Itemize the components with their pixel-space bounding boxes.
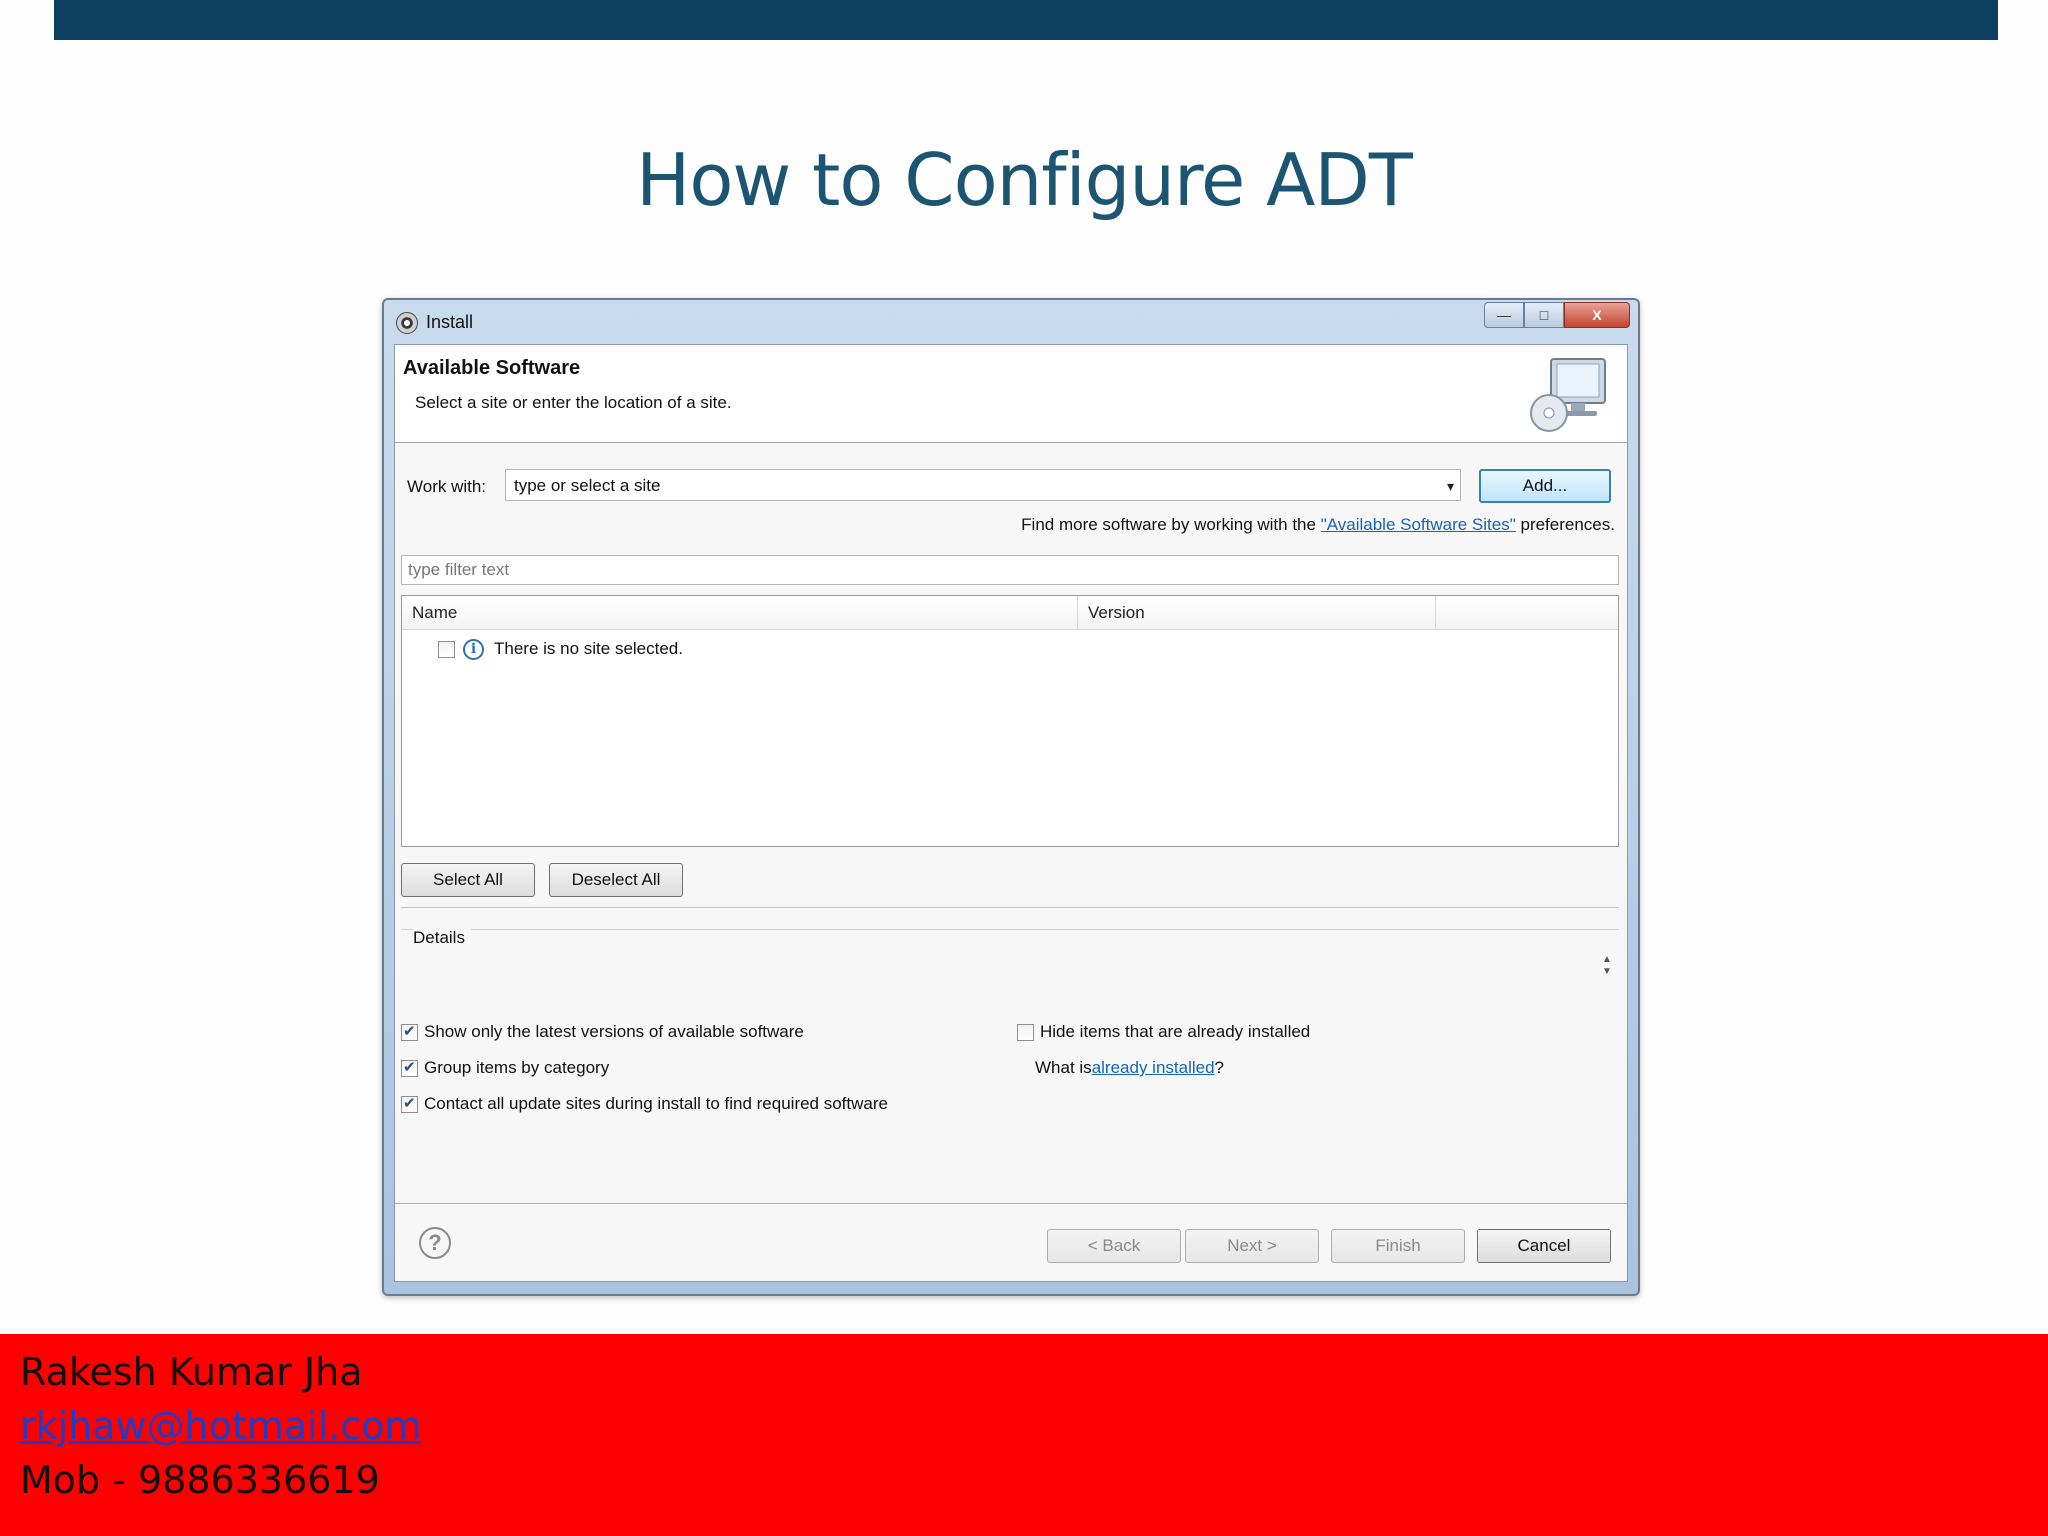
details-label: Details (413, 928, 471, 948)
find-more-prefix: Find more software by working with the (1021, 515, 1321, 534)
show-latest-option[interactable]: Show only the latest versions of availab… (401, 1022, 804, 1042)
slide-title: How to Configure ADT (636, 138, 1413, 222)
table-row: i There is no site selected. (438, 636, 683, 662)
maximize-button[interactable]: □ (1524, 302, 1564, 328)
next-button[interactable]: Next > (1185, 1229, 1319, 1263)
hide-installed-option[interactable]: Hide items that are already installed (1017, 1022, 1310, 1042)
dialog-client-area: Available Software Select a site or ente… (394, 344, 1628, 1282)
row-text: There is no site selected. (494, 639, 683, 658)
window-controls: — □ X (1484, 302, 1630, 328)
finish-button[interactable]: Finish (1331, 1229, 1465, 1263)
dialog-banner: Available Software Select a site or ente… (395, 345, 1627, 443)
select-all-button[interactable]: Select All (401, 863, 535, 897)
software-table: Name Version i There is no site selected… (401, 595, 1619, 847)
work-with-label: Work with: (407, 477, 487, 496)
group-by-category-checkbox[interactable] (401, 1058, 418, 1077)
install-dialog: Install — □ X Available Software Select … (382, 298, 1640, 1296)
what-is-installed-text: What is already installed? (1035, 1058, 1224, 1078)
hide-installed-label: Hide items that are already installed (1040, 1022, 1311, 1041)
contact-update-sites-checkbox[interactable] (401, 1094, 418, 1113)
author-mobile: Mob - 9886336619 (20, 1458, 380, 1502)
work-with-combobox[interactable]: type or select a site ▾ (505, 469, 1461, 501)
back-button[interactable]: < Back (1047, 1229, 1181, 1263)
help-icon[interactable]: ? (419, 1227, 451, 1259)
maximize-icon: □ (1539, 307, 1549, 323)
footer-divider (395, 1203, 1627, 1204)
author-email-link[interactable]: rkjhaw@hotmail.com (20, 1404, 422, 1448)
already-installed-link[interactable]: already installed (1092, 1058, 1215, 1078)
row-checkbox[interactable] (438, 640, 455, 658)
monitor-cd-icon (1530, 358, 1606, 432)
find-more-suffix: preferences. (1515, 515, 1615, 534)
slide: How to Configure ADT Install — □ X Avail… (0, 0, 2048, 1536)
banner-heading: Available Software (403, 357, 581, 379)
add-site-button[interactable]: Add... (1479, 469, 1611, 503)
hide-installed-checkbox[interactable] (1017, 1023, 1034, 1041)
minimize-button[interactable]: — (1484, 302, 1524, 328)
top-header-bar (54, 0, 1998, 40)
filter-input[interactable] (402, 556, 1618, 584)
window-title: Install (426, 312, 474, 332)
group-by-category-option[interactable]: Group items by category (401, 1058, 609, 1078)
show-latest-checkbox[interactable] (401, 1022, 418, 1041)
show-latest-label: Show only the latest versions of availab… (424, 1022, 804, 1041)
deselect-all-button[interactable]: Deselect All (549, 863, 683, 897)
available-software-sites-link[interactable]: "Available Software Sites" (1321, 515, 1516, 534)
details-scroll-arrows[interactable]: ▲ ▼ (1599, 954, 1615, 982)
details-group: Details ▲ ▼ (401, 928, 1619, 1011)
column-version[interactable]: Version (1078, 596, 1436, 630)
author-name: Rakesh Kumar Jha (20, 1350, 363, 1394)
table-header: Name Version (402, 596, 1618, 630)
eclipse-gear-icon (396, 312, 418, 334)
window-titlebar[interactable]: Install — □ X (384, 300, 1638, 344)
cancel-button[interactable]: Cancel (1477, 1229, 1611, 1263)
find-more-text: Find more software by working with the "… (1021, 515, 1615, 535)
close-icon: X (1592, 307, 1602, 323)
group-by-category-label: Group items by category (424, 1058, 610, 1077)
work-with-value: type or select a site (514, 476, 661, 495)
info-icon: i (463, 638, 484, 660)
what-is-suffix: ? (1214, 1058, 1225, 1077)
footer-band: Rakesh Kumar Jha rkjhaw@hotmail.com Mob … (0, 1334, 2048, 1536)
filter-field[interactable] (401, 555, 1619, 585)
contact-update-sites-label: Contact all update sites during install … (424, 1094, 888, 1113)
minimize-icon: — (1497, 307, 1511, 323)
column-name[interactable]: Name (402, 596, 1078, 630)
contact-update-sites-option[interactable]: Contact all update sites during install … (401, 1094, 888, 1114)
close-button[interactable]: X (1564, 302, 1630, 328)
section-divider (401, 907, 1619, 908)
chevron-down-icon[interactable]: ▾ (1447, 478, 1454, 495)
what-is-prefix: What is (1035, 1058, 1092, 1077)
banner-subtitle: Select a site or enter the location of a… (415, 393, 732, 412)
